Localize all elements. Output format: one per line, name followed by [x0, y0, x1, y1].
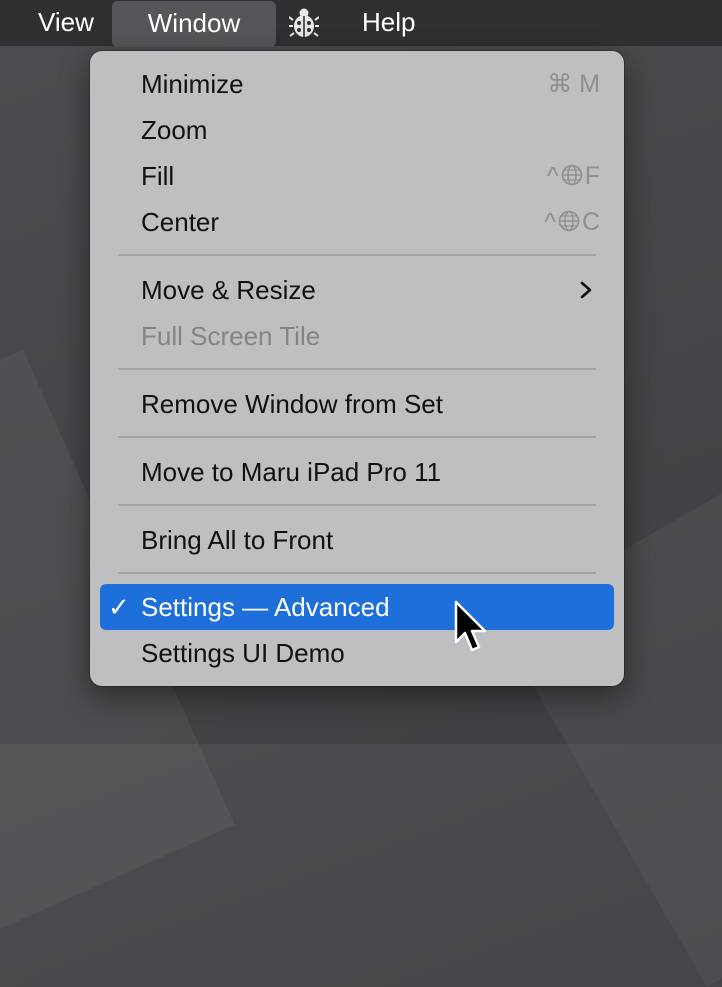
menu-item-zoom[interactable]: Zoom: [100, 107, 614, 153]
menu-item-shortcut: ⌘ M: [547, 70, 600, 98]
menu-item-shortcut: ^ F: [547, 153, 600, 199]
menu-separator: [118, 368, 596, 370]
menu-item-move-resize[interactable]: Move & Resize: [100, 267, 614, 313]
menu-item-minimize[interactable]: Minimize ⌘ M: [100, 61, 614, 107]
menu-item-label: Remove Window from Set: [141, 389, 443, 419]
menu-item-fill[interactable]: Fill ^ F: [100, 153, 614, 199]
menu-item-center[interactable]: Center ^ C: [100, 199, 614, 245]
menubar-item-view[interactable]: View: [38, 0, 94, 46]
ladybug-icon[interactable]: [288, 6, 320, 40]
menu-item-label: Fill: [141, 161, 175, 191]
menu-separator: [118, 572, 596, 574]
globe-icon: [558, 211, 580, 232]
menu-item-label: Minimize: [141, 69, 244, 99]
menu-item-settings-ui-demo[interactable]: Settings UI Demo: [100, 630, 614, 676]
shortcut-key: C: [581, 208, 600, 236]
menu-separator: [118, 254, 596, 256]
menubar-item-window[interactable]: Window: [112, 1, 276, 47]
menu-item-bring-all-to-front[interactable]: Bring All to Front: [100, 517, 614, 563]
mouse-pointer-icon: [454, 600, 487, 652]
menubar-item-help[interactable]: Help: [362, 0, 415, 46]
menu-item-label: Settings UI Demo: [141, 638, 345, 668]
control-key-symbol: ^: [544, 208, 556, 236]
menu-item-move-to-ipad[interactable]: Move to Maru iPad Pro 11: [100, 449, 614, 495]
menu-item-settings-advanced[interactable]: ✓ Settings — Advanced: [100, 584, 614, 630]
menu-item-label: Center: [141, 207, 220, 237]
menu-item-label: Full Screen Tile: [141, 321, 321, 351]
control-key-symbol: ^: [546, 162, 559, 190]
globe-icon: [561, 165, 583, 186]
shortcut-key: F: [584, 162, 600, 190]
menu-bar: View Window Help: [0, 0, 722, 47]
menu-item-label: Bring All to Front: [141, 525, 334, 555]
chevron-right-icon: [580, 281, 592, 299]
menu-item-label: Move to Maru iPad Pro 11: [141, 457, 442, 487]
menu-item-label: Move & Resize: [141, 275, 316, 305]
window-menu: Minimize ⌘ M Zoom Fill ^ F Center ^ C Move…: [90, 51, 624, 686]
checkmark-icon: ✓: [108, 592, 130, 622]
menu-item-remove-window-from-set[interactable]: Remove Window from Set: [100, 381, 614, 427]
menu-separator: [118, 504, 596, 506]
menu-item-label: Zoom: [141, 115, 208, 145]
menu-item-label: Settings — Advanced: [141, 592, 390, 622]
menu-item-full-screen-tile: Full Screen Tile: [100, 313, 614, 359]
menu-separator: [118, 436, 596, 438]
menu-item-shortcut: ^ C: [544, 199, 600, 245]
